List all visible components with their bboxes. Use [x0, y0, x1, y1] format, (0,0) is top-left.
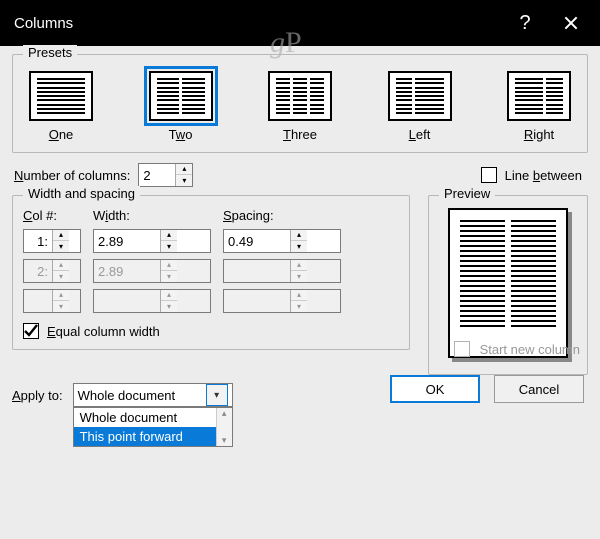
equal-width-checkbox[interactable]: Equal column width	[23, 323, 399, 339]
checkbox-checked-icon	[23, 323, 39, 339]
col-num-3: ▴▾	[23, 289, 81, 313]
line-between-checkbox[interactable]: Line between	[481, 167, 582, 183]
presets-group: Presets OneTwoThreeLeftRight	[12, 54, 588, 153]
presets-legend: Presets	[23, 45, 77, 60]
width-spacing-group: Width and spacing Col #: Width: Spacing:…	[12, 195, 410, 350]
width-1[interactable]: ▴▾	[93, 229, 211, 253]
cancel-button[interactable]: Cancel	[494, 375, 584, 403]
apply-to-combo[interactable]: Whole document ▾ Whole documentThis poin…	[73, 383, 233, 407]
preset-one[interactable]: One	[29, 71, 93, 142]
dialog-buttons: OK Cancel	[390, 375, 584, 403]
col-header: Col #:	[23, 208, 81, 223]
help-button[interactable]: ?	[502, 0, 548, 46]
width-2: ▴▾	[93, 259, 211, 283]
checkbox-disabled-icon	[454, 341, 470, 357]
titlebar: Columns ?	[0, 0, 600, 46]
preset-three[interactable]: Three	[268, 71, 332, 142]
close-icon	[563, 15, 579, 31]
spacing-3: ▴▾	[223, 289, 341, 313]
spin-down-icon[interactable]: ▾	[53, 241, 69, 252]
width-spacing-grid: Col #: Width: Spacing: ▴▾▴▾▴▾▴▾▴▾▴▾▴▾▴▾▴…	[23, 208, 399, 313]
preset-label: Left	[409, 127, 431, 142]
preview-page	[448, 208, 568, 358]
spin-up-icon: ▴	[291, 260, 307, 271]
checkbox-icon	[481, 167, 497, 183]
spin-down-icon: ▾	[291, 271, 307, 282]
dialog-body: Presets One Two Three Left Right Number of c…	[0, 46, 600, 417]
close-button[interactable]	[548, 0, 594, 46]
spacing-2: ▴▾	[223, 259, 341, 283]
chevron-down-icon[interactable]: ▾	[206, 384, 228, 406]
preset-label: Right	[524, 127, 554, 142]
width-3: ▴▾	[93, 289, 211, 313]
spin-up-icon: ▴	[161, 290, 177, 301]
spin-down-icon: ▾	[53, 271, 69, 282]
preset-right[interactable]: Right	[507, 71, 571, 142]
spin-up-icon[interactable]: ▴	[176, 164, 192, 175]
spin-up-icon: ▴	[291, 290, 307, 301]
scrollbar[interactable]: ▴▾	[216, 408, 232, 446]
preset-two[interactable]: Two	[149, 71, 213, 142]
col-num-2: ▴▾	[23, 259, 81, 283]
preset-label: Three	[283, 127, 317, 142]
apply-to-dropdown[interactable]: Whole documentThis point forward▴▾	[73, 407, 233, 447]
apply-to-option[interactable]: Whole document	[74, 408, 232, 427]
spin-up-icon[interactable]: ▴	[53, 230, 69, 241]
preset-label: Two	[169, 127, 193, 142]
num-columns-spinner[interactable]: ▴▾	[138, 163, 193, 187]
line-between-label: Line between	[505, 168, 582, 183]
spin-up-icon: ▴	[161, 260, 177, 271]
spin-down-icon[interactable]: ▾	[161, 241, 177, 252]
num-and-linebetween: Number of columns: ▴▾ Line between	[14, 163, 582, 187]
width-header: Width:	[93, 208, 211, 223]
apply-to-value: Whole document	[78, 388, 176, 403]
spin-up-icon[interactable]: ▴	[291, 230, 307, 241]
preset-label: One	[49, 127, 74, 142]
spin-down-icon: ▾	[291, 301, 307, 312]
spin-down-icon: ▾	[161, 301, 177, 312]
spin-up-icon: ▴	[53, 290, 69, 301]
apply-to-option[interactable]: This point forward	[74, 427, 232, 446]
dialog-title: Columns	[14, 15, 502, 32]
num-columns-label: Number of columns:	[14, 168, 130, 183]
spin-down-icon[interactable]: ▾	[176, 175, 192, 186]
col-num-1[interactable]: ▴▾	[23, 229, 81, 253]
preview-legend: Preview	[439, 186, 495, 201]
spin-up-icon: ▴	[53, 260, 69, 271]
spacing-header: Spacing:	[223, 208, 341, 223]
width-spacing-legend: Width and spacing	[23, 186, 140, 201]
equal-width-label: Equal column width	[47, 324, 160, 339]
spacing-1[interactable]: ▴▾	[223, 229, 341, 253]
spin-down-icon[interactable]: ▾	[291, 241, 307, 252]
apply-to-label: Apply to:	[12, 388, 63, 403]
spin-down-icon: ▾	[53, 301, 69, 312]
spin-up-icon[interactable]: ▴	[161, 230, 177, 241]
spin-down-icon: ▾	[161, 271, 177, 282]
start-new-column-label: Start new column	[480, 342, 580, 357]
preset-left[interactable]: Left	[388, 71, 452, 142]
ok-button[interactable]: OK	[390, 375, 480, 403]
num-columns-input[interactable]	[139, 164, 175, 186]
start-new-column: Start new column	[454, 341, 580, 357]
columns-dialog: Columns ? gP Presets OneTwoThreeLeftRigh…	[0, 0, 600, 539]
